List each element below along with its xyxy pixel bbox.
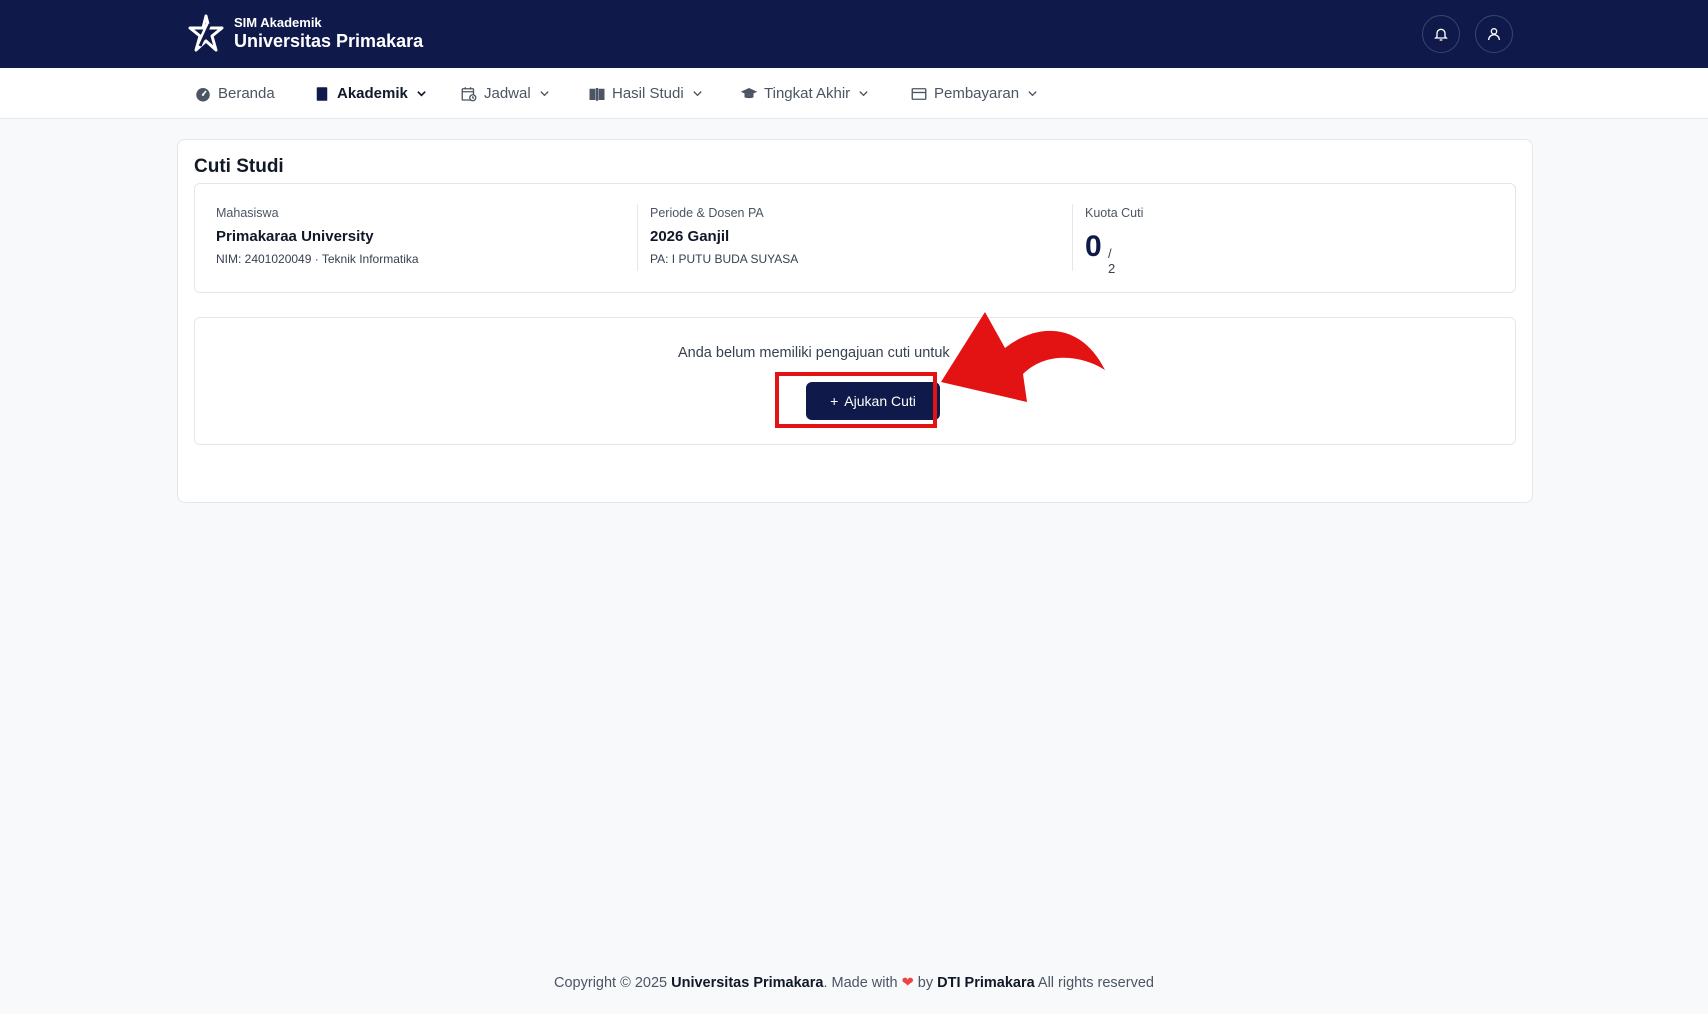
footer-copyright: Copyright © 2025 xyxy=(554,975,672,991)
chevron-down-icon xyxy=(1028,91,1037,97)
user-icon xyxy=(1488,28,1500,41)
calendar-clock-icon xyxy=(461,86,477,101)
bell-icon xyxy=(1434,28,1448,41)
student-name: Primakaraa University xyxy=(216,228,374,245)
nav-item-akademik[interactable]: Akademik xyxy=(313,68,427,119)
footer-by: by xyxy=(913,975,938,991)
footer-team: DTI Primakara xyxy=(937,975,1035,991)
highlight-box xyxy=(775,372,937,428)
top-header: SIM Akademik Universitas Primakara xyxy=(0,0,1708,68)
heart-icon: ❤ xyxy=(901,975,914,991)
main-nav: Beranda Akademik Jadwal Hasil Studi Ting… xyxy=(0,68,1708,119)
nav-item-hasil-studi[interactable]: Hasil Studi xyxy=(588,68,703,119)
chevron-down-icon xyxy=(693,91,702,97)
app-subtitle: SIM Akademik xyxy=(234,14,322,30)
nav-item-beranda[interactable]: Beranda xyxy=(194,68,275,119)
kuota-label: Kuota Cuti xyxy=(1085,206,1144,220)
dashboard-icon xyxy=(196,87,210,101)
nav-label: Hasil Studi xyxy=(612,85,684,102)
footer-made-with: . Made with xyxy=(823,975,902,991)
divider xyxy=(637,204,638,271)
periode-value: 2026 Ganjil xyxy=(650,228,730,245)
book-icon xyxy=(316,86,328,101)
nav-label: Akademik xyxy=(337,85,408,102)
mahasiswa-label: Mahasiswa xyxy=(216,206,279,220)
app-title: Universitas Primakara xyxy=(234,31,424,52)
user-profile-button[interactable] xyxy=(1475,15,1513,53)
nav-item-pembayaran[interactable]: Pembayaran xyxy=(910,68,1038,119)
nav-item-jadwal[interactable]: Jadwal xyxy=(460,68,550,119)
graduation-cap-icon xyxy=(740,87,758,98)
open-book-icon xyxy=(589,87,605,101)
empty-message: Anda belum memiliki pengajuan cuti untuk xyxy=(678,345,950,361)
chevron-down-icon xyxy=(859,91,868,97)
cuti-studi-card: Cuti Studi Mahasiswa Primakaraa Universi… xyxy=(177,139,1533,503)
footer-org: Universitas Primakara xyxy=(671,975,824,991)
annotation-arrow-icon xyxy=(941,312,1105,402)
nav-label: Beranda xyxy=(218,85,275,102)
notifications-button[interactable] xyxy=(1422,15,1460,53)
chevron-down-icon xyxy=(540,91,549,97)
student-info-panel: Mahasiswa Primakaraa University NIM: 240… xyxy=(194,183,1516,293)
nav-label: Pembayaran xyxy=(934,85,1020,102)
dosen-pa: PA: I PUTU BUDA SUYASA xyxy=(650,252,799,266)
divider xyxy=(1072,204,1073,271)
footer-rights: All rights reserved xyxy=(1034,975,1154,991)
brand[interactable]: SIM Akademik Universitas Primakara xyxy=(186,14,423,54)
university-logo-icon xyxy=(188,14,224,52)
page-title: Cuti Studi xyxy=(194,156,284,177)
nav-item-tingkat-akhir[interactable]: Tingkat Akhir xyxy=(740,68,869,119)
nav-label: Tingkat Akhir xyxy=(764,85,851,102)
student-nim: NIM: 2401020049 · Teknik Informatika xyxy=(216,252,419,266)
footer: Copyright © 2025 Universitas Primakara. … xyxy=(0,975,1708,991)
chevron-down-icon xyxy=(417,91,426,97)
nav-label: Jadwal xyxy=(484,85,531,102)
kuota-used: 0 xyxy=(1085,230,1102,263)
wallet-icon xyxy=(911,87,927,100)
periode-label: Periode & Dosen PA xyxy=(650,206,764,220)
kuota-total: / 2 xyxy=(1108,246,1116,276)
